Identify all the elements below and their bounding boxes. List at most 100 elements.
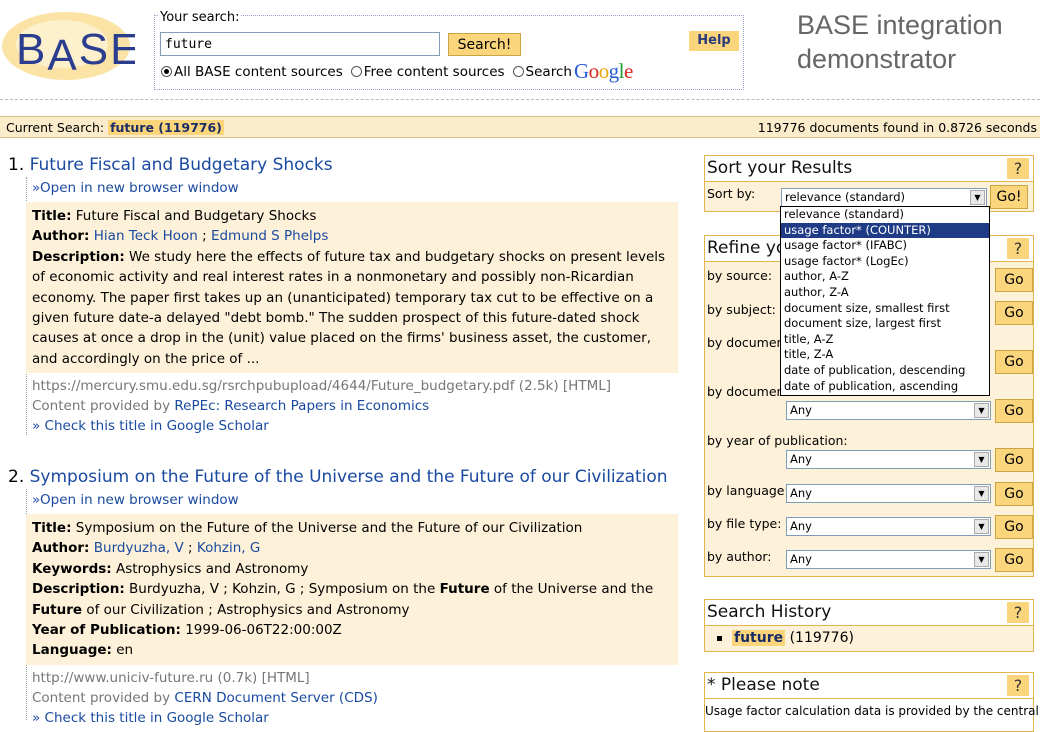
history-query-link[interactable]: future	[732, 630, 786, 646]
chevron-down-icon[interactable]: ▼	[974, 519, 989, 534]
radio-free-sources[interactable]: Free content sources	[350, 63, 505, 80]
sort-option[interactable]: relevance (standard)	[781, 207, 989, 223]
help-button[interactable]: Help	[689, 31, 739, 51]
chevron-down-icon[interactable]: ▼	[974, 552, 989, 567]
sort-option[interactable]: author, Z-A	[781, 285, 989, 301]
sort-selected-value: relevance (standard)	[785, 190, 905, 204]
author-link[interactable]: Kohzin, G	[197, 540, 260, 556]
sort-option[interactable]: date of publication, ascending	[781, 379, 989, 395]
demo-title: BASE integration demonstrator	[797, 8, 1003, 76]
field-label: Title:	[32, 520, 72, 536]
field-label: Keywords:	[32, 560, 112, 577]
chevron-down-icon[interactable]: ▼	[974, 452, 989, 467]
radio-label: Free content sources	[363, 63, 505, 80]
refine-go-button[interactable]: Go	[995, 482, 1033, 506]
refine-select[interactable]: Any ▼	[786, 450, 991, 469]
open-new-window-link[interactable]: »Open in new browser window	[32, 492, 239, 508]
help-icon[interactable]: ?	[1007, 602, 1029, 623]
refine-label-file-type: by file type:	[707, 516, 782, 531]
description-text: Burdyuzha, V ; Kohzin, G ; Symposium on …	[129, 581, 440, 598]
refine-label-source: by source:	[707, 268, 773, 283]
refine-go-button[interactable]: Go	[995, 548, 1033, 572]
chevron-down-icon[interactable]: ▼	[974, 403, 989, 418]
field-value: Astrophysics and Astronomy	[115, 560, 309, 577]
panel-title: * Please note	[707, 675, 820, 695]
sort-option[interactable]: title, A-Z	[781, 332, 989, 348]
refine-label-language: by language:	[707, 483, 789, 498]
result-url: https://mercury.smu.edu.sg/rsrchpubuploa…	[32, 378, 612, 394]
status-bar: Current Search: future (119776) 119776 d…	[0, 116, 1040, 138]
field-label: Title:	[32, 208, 72, 224]
result-meta: https://mercury.smu.edu.sg/rsrchpubuploa…	[32, 376, 611, 436]
sort-option[interactable]: document size, smallest first	[781, 301, 989, 317]
search-button[interactable]: Search!	[448, 33, 521, 56]
radio-selected-icon[interactable]	[161, 66, 172, 77]
sort-option[interactable]: usage factor* (IFABC)	[781, 238, 989, 254]
divider	[0, 99, 1040, 100]
sort-go-button[interactable]: Go!	[990, 185, 1028, 209]
refine-go-button[interactable]: Go	[995, 448, 1033, 472]
description-text: of our Civilization ; Astrophysics and A…	[82, 601, 410, 618]
panel-title: Refine yo	[707, 238, 787, 258]
sort-select[interactable]: relevance (standard) ▼	[781, 188, 987, 207]
chevron-down-icon[interactable]: ▼	[974, 486, 989, 501]
chevron-down-icon[interactable]: ▼	[970, 190, 985, 205]
radio-label: Search	[525, 63, 572, 80]
sort-dropdown-list[interactable]: relevance (standard) usage factor* (COUNT…	[780, 206, 990, 396]
help-icon[interactable]: ?	[1007, 675, 1029, 696]
field-value: Future Fiscal and Budgetary Shocks	[75, 208, 317, 224]
select-value: Any	[790, 403, 812, 417]
provider-link[interactable]: RePEc: Research Papers in Economics	[174, 398, 429, 414]
radio-all-sources[interactable]: All BASE content sources	[161, 64, 343, 80]
refine-label-subject: by subject:	[707, 302, 776, 317]
provider-link[interactable]: CERN Document Server (CDS)	[174, 690, 377, 706]
radio-search-google[interactable]: Search Google	[512, 61, 633, 82]
author-link[interactable]: Burdyuzha, V	[94, 540, 184, 556]
sort-option[interactable]: usage factor* (COUNTER)	[781, 222, 989, 239]
refine-go-button[interactable]: Go	[995, 350, 1033, 374]
refine-select[interactable]: Any ▼	[786, 517, 991, 536]
base-logo[interactable]: BASE	[0, 6, 135, 82]
google-scholar-link[interactable]: » Check this title in Google Scholar	[32, 708, 378, 728]
result-title: 2. Symposium on the Future of the Univer…	[8, 467, 668, 487]
refine-go-button[interactable]: Go	[995, 399, 1033, 423]
refine-go-button[interactable]: Go	[995, 515, 1033, 539]
note-text: Usage factor calculation data is provide…	[705, 704, 1039, 718]
provided-label: Content provided by	[32, 690, 171, 706]
sort-option[interactable]: date of publication, descending	[781, 363, 989, 379]
sort-option[interactable]: usage factor* (LogEc)	[781, 254, 989, 270]
result-title-link[interactable]: Future Fiscal and Budgetary Shocks	[30, 155, 333, 175]
source-radio-group: All BASE content sources Free content so…	[161, 61, 633, 82]
refine-select[interactable]: Any ▼	[786, 550, 991, 569]
radio-icon[interactable]	[512, 66, 524, 77]
description-text: of the Universe and the	[489, 581, 654, 598]
search-input[interactable]	[160, 32, 440, 56]
refine-select[interactable]: Any ▼	[786, 401, 991, 420]
help-icon[interactable]: ?	[1007, 238, 1029, 259]
result-title-link[interactable]: Symposium on the Future of the Universe …	[30, 467, 668, 487]
select-value: Any	[790, 452, 812, 466]
sort-option[interactable]: title, Z-A	[781, 347, 989, 363]
open-new-window-link[interactable]: »Open in new browser window	[32, 180, 239, 196]
field-label: Year of Publication:	[32, 622, 181, 639]
refine-go-button[interactable]: Go	[995, 301, 1033, 325]
help-icon[interactable]: ?	[1007, 158, 1029, 179]
refine-label-document-type: by documen	[707, 384, 785, 399]
author-link[interactable]: Edmund S Phelps	[211, 228, 328, 244]
refine-select[interactable]: Any ▼	[786, 484, 991, 503]
current-search-label: Current Search:	[6, 120, 105, 135]
sort-option[interactable]: document size, largest first	[781, 316, 989, 332]
result-meta: http://www.uniciv-future.ru (0.7k) [HTML…	[32, 668, 378, 728]
refine-label-document: by documen	[707, 335, 785, 350]
result-details: Title: Future Fiscal and Budgetary Shock…	[26, 202, 678, 373]
current-search-query[interactable]: future (119776)	[108, 120, 224, 135]
field-label: Author:	[32, 540, 90, 557]
radio-icon[interactable]	[350, 66, 362, 77]
google-scholar-link[interactable]: » Check this title in Google Scholar	[32, 416, 611, 436]
author-link[interactable]: Hian Teck Hoon	[94, 228, 198, 244]
field-value: Symposium on the Future of the Universe …	[75, 520, 583, 536]
refine-go-button[interactable]: Go	[995, 268, 1033, 292]
result-number: 1.	[8, 155, 25, 175]
demo-title-line2: demonstrator	[797, 44, 957, 74]
sort-option[interactable]: author, A-Z	[781, 269, 989, 285]
